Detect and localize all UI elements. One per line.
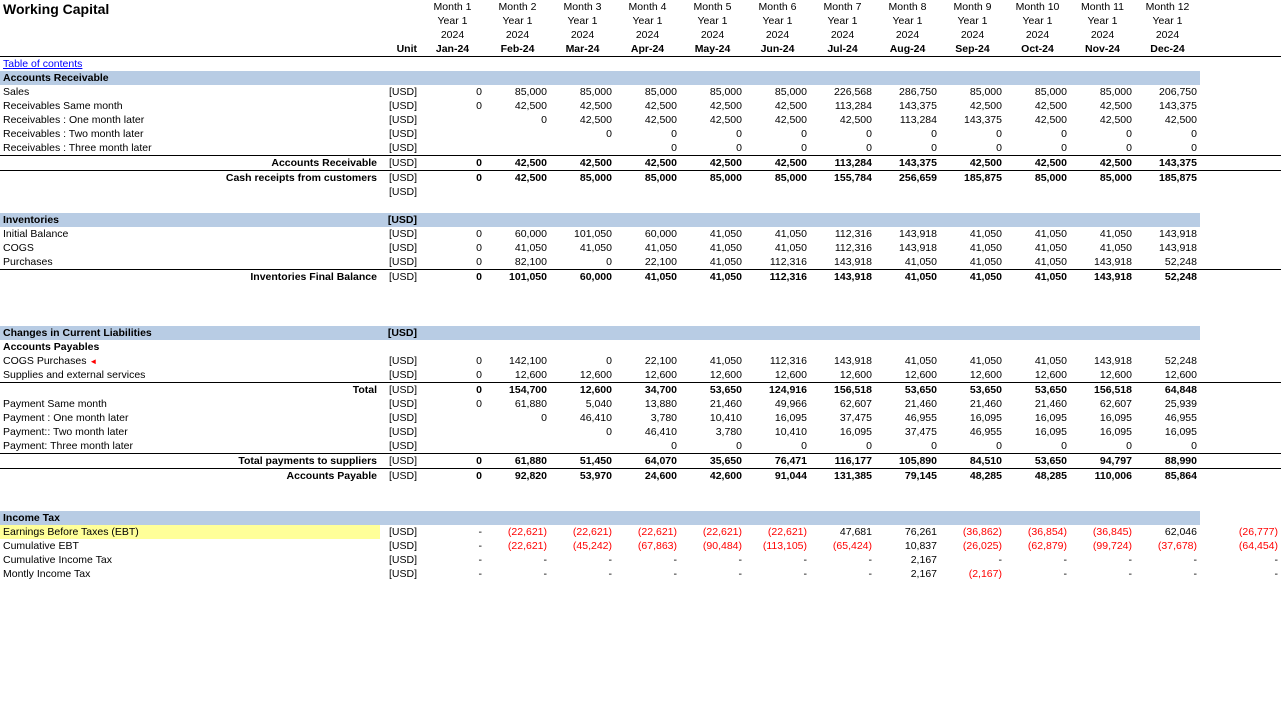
blank-3: [0, 298, 1281, 312]
row-supplies-external: Supplies and external services [USD] 0 1…: [0, 368, 1281, 383]
month7-label: Month 7: [810, 0, 875, 14]
blank-5: [0, 483, 1281, 497]
header-row-1: Working Capital Month 1 Month 2 Month 3 …: [0, 0, 1281, 14]
subsection-accounts-payables: Accounts Payables: [0, 340, 1281, 354]
month11-label: Month 11: [1070, 0, 1135, 14]
blank-1: [0, 199, 1281, 213]
row-accounts-payable-total: Accounts Payable [USD] 0 92,820 53,970 2…: [0, 469, 1281, 484]
row-monthly-income-tax: Montly Income Tax [USD] - - - - - - - 2,…: [0, 567, 1281, 581]
blank-6: [0, 497, 1281, 511]
row-inventories-final: Inventories Final Balance [USD] 0 101,05…: [0, 270, 1281, 285]
row-purchases: Purchases [USD] 0 82,100 0 22,100 41,050…: [0, 255, 1281, 270]
row-cumulative-income-tax: Cumulative Income Tax [USD] - - - - - - …: [0, 553, 1281, 567]
row-cumulative-ebt: Cumulative EBT [USD] - (22,621) (45,242)…: [0, 539, 1281, 553]
red-arrow-icon: ◄: [89, 357, 97, 366]
spreadsheet-container: Working Capital Month 1 Month 2 Month 3 …: [0, 0, 1281, 702]
month3-label: Month 3: [550, 0, 615, 14]
month1-label: Month 1: [420, 0, 485, 14]
section-inventories: Inventories [USD]: [0, 213, 1281, 227]
month5-label: Month 5: [680, 0, 745, 14]
row-payment-same-month: Payment Same month [USD] 0 61,880 5,040 …: [0, 397, 1281, 411]
row-receivables-same-month: Receivables Same month [USD] 0 42,500 42…: [0, 99, 1281, 113]
month12-label: Month 12: [1135, 0, 1200, 14]
row-accounts-receivable-total: Accounts Receivable [USD] 0 42,500 42,50…: [0, 156, 1281, 171]
month9-label: Month 9: [940, 0, 1005, 14]
toc-link[interactable]: Table of contents: [3, 58, 82, 70]
row-ebt: Earnings Before Taxes (EBT) [USD] - (22,…: [0, 525, 1281, 539]
row-sales: Sales [USD] 0 85,000 85,000 85,000 85,00…: [0, 85, 1281, 99]
row-cash-receipts: Cash receipts from customers [USD] 0 42,…: [0, 171, 1281, 186]
page-title: Working Capital: [0, 0, 380, 57]
month6-label: Month 6: [745, 0, 810, 14]
blank-4: [0, 312, 1281, 326]
row-payment-one-month: Payment : One month later [USD] 0 46,410…: [0, 411, 1281, 425]
month10-label: Month 10: [1005, 0, 1070, 14]
month4-label: Month 4: [615, 0, 680, 14]
section-accounts-receivable: Accounts Receivable: [0, 71, 1281, 85]
row-cogs-purchases: COGS Purchases ◄ [USD] 0 142,100 0 22,10…: [0, 354, 1281, 368]
row-receivables-three-month: Receivables : Three month later [USD] 0 …: [0, 141, 1281, 156]
section-income-tax: Income Tax: [0, 511, 1281, 525]
row-payment-two-month: Payment:: Two month later [USD] 0 46,410…: [0, 425, 1281, 439]
row-cash-receipts-usd: [USD]: [0, 185, 1281, 199]
row-total-payments-suppliers: Total payments to suppliers [USD] 0 61,8…: [0, 454, 1281, 469]
month8-label: Month 8: [875, 0, 940, 14]
toc-row: Table of contents: [0, 57, 1281, 72]
row-payment-three-month: Payment: Three month later [USD] 0 0 0 0…: [0, 439, 1281, 454]
row-receivables-one-month: Receivables : One month later [USD] 0 42…: [0, 113, 1281, 127]
row-cogs: COGS [USD] 0 41,050 41,050 41,050 41,050…: [0, 241, 1281, 255]
row-total-payables: Total [USD] 0 154,700 12,600 34,700 53,6…: [0, 383, 1281, 398]
section-changes-liabilities: Changes in Current Liabilities [USD]: [0, 326, 1281, 340]
month2-label: Month 2: [485, 0, 550, 14]
blank-2: [0, 284, 1281, 298]
row-receivables-two-month: Receivables : Two month later [USD] 0 0 …: [0, 127, 1281, 141]
row-initial-balance: Initial Balance [USD] 0 60,000 101,050 6…: [0, 227, 1281, 241]
